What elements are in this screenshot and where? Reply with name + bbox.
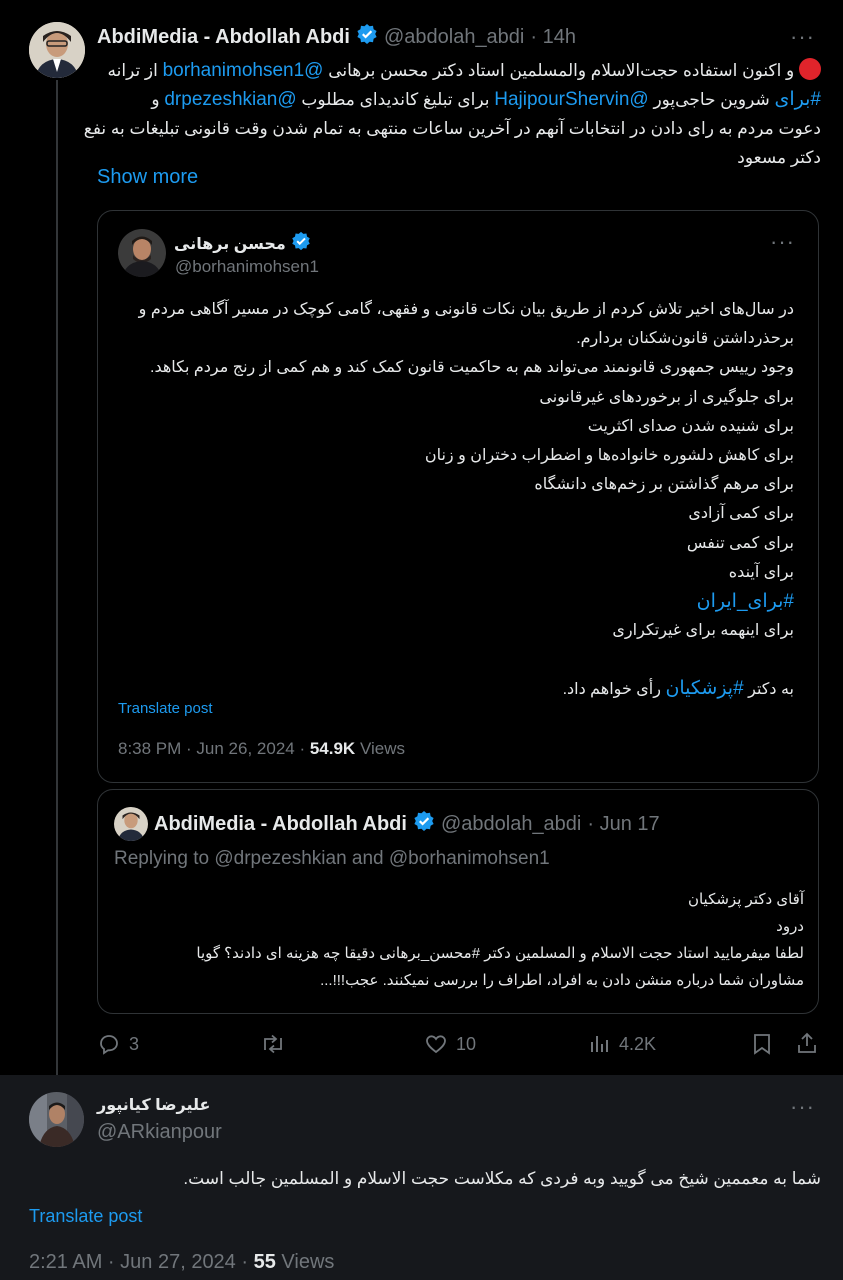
post-text-line: دعوت مردم به رای دادن در انتخابات آنهم د… bbox=[83, 119, 821, 138]
post-text-line: و اکنون استفاده حجت‌الاسلام والمسلمین اس… bbox=[91, 56, 821, 85]
analytics-icon bbox=[591, 1036, 608, 1052]
avatar-image-icon bbox=[114, 807, 148, 841]
mention-link[interactable]: @borhanimohsen1 bbox=[163, 60, 324, 81]
avatar-image-icon bbox=[118, 229, 166, 277]
nested-text: آقای دکتر پزشکیان درود لطفا میفرمایید اس… bbox=[114, 886, 804, 994]
quoted-handle[interactable]: @borhanimohsen1 bbox=[175, 257, 319, 277]
quoted-line: برای اینهمه برای غیرتکراری bbox=[612, 622, 794, 640]
post-header: AbdiMedia - Abdollah Abdi @abdolah_abdi … bbox=[97, 24, 576, 50]
avatar-image-icon bbox=[29, 1092, 84, 1147]
quoted-header: محسن برهانی bbox=[174, 231, 311, 256]
post-text: و اکنون استفاده حجت‌الاسلام والمسلمین اس… bbox=[83, 56, 822, 172]
reply-count: 3 bbox=[129, 1033, 140, 1054]
like-count: 10 bbox=[456, 1033, 477, 1054]
display-name[interactable]: AbdiMedia - Abdollah Abdi bbox=[97, 26, 350, 49]
reply-post[interactable]: علیرضا کیانپور @ARkianpour ··· شما به مع… bbox=[0, 1075, 843, 1280]
show-more-link[interactable]: Show more bbox=[97, 166, 198, 189]
avatar-image-icon bbox=[29, 22, 85, 78]
quoted-views-count: 54.9K bbox=[309, 739, 356, 758]
hashtag-link[interactable]: #برای_ایران bbox=[134, 587, 794, 616]
reply-views-count: 55 bbox=[253, 1251, 276, 1273]
red-circle-emoji-icon bbox=[799, 58, 821, 80]
quoted-line: برای کمی تنفس bbox=[686, 534, 794, 552]
share-button[interactable] bbox=[795, 1031, 819, 1060]
reply-more-options-icon[interactable]: ··· bbox=[790, 1094, 815, 1120]
share-icon bbox=[798, 1032, 816, 1053]
heart-icon bbox=[426, 1035, 446, 1054]
quoted-text: در سال‌های اخیر تلاش کردم از طریق بیان ن… bbox=[134, 295, 794, 705]
nested-line: آقای دکتر پزشکیان bbox=[687, 891, 804, 908]
quoted-line: برای شنیده شدن صدای اکثریت bbox=[587, 417, 794, 435]
thread-line bbox=[56, 80, 58, 1080]
quoted-line: وجود رییس جمهوری قانونمند می‌تواند هم به… bbox=[150, 359, 794, 377]
verified-badge-icon bbox=[413, 810, 435, 838]
bookmark-icon bbox=[754, 1034, 770, 1055]
quoted-post-card[interactable]: محسن برهانی @borhanimohsen1 ··· در سال‌ه… bbox=[97, 210, 819, 783]
quoted-final-line: به دکتر #پزشکیان رأی خواهم داد. bbox=[562, 678, 794, 700]
nested-quote-card[interactable]: AbdiMedia - Abdollah Abdi @abdolah_abdi … bbox=[97, 789, 819, 1014]
mention-link[interactable]: @HajipourShervin bbox=[494, 89, 648, 110]
nested-line: درود bbox=[776, 918, 804, 935]
quoted-line: برای جلوگیری از برخوردهای غیرقانونی bbox=[539, 388, 794, 406]
nested-display-name[interactable]: AbdiMedia - Abdollah Abdi bbox=[154, 813, 407, 836]
like-button[interactable]: 10 bbox=[424, 1032, 476, 1056]
quoted-line: برای آینده bbox=[728, 563, 794, 581]
verified-badge-icon bbox=[291, 231, 311, 256]
quoted-line: برای کاهش دلشوره خانواده‌ها و اضطراب دخت… bbox=[424, 447, 794, 465]
post-text-line: دکتر مسعود bbox=[737, 148, 821, 167]
translate-post-link[interactable]: Translate post bbox=[118, 700, 213, 717]
reply-text: شما به معممین شیخ می گویید وبه فردی که م… bbox=[183, 1169, 821, 1188]
quoted-display-name[interactable]: محسن برهانی bbox=[174, 234, 286, 254]
hashtag-link[interactable]: #پزشکیان bbox=[665, 678, 743, 699]
quoted-line: در سال‌های اخیر تلاش کردم از طریق بیان ن… bbox=[138, 301, 794, 318]
views-button[interactable]: 4.2K bbox=[589, 1032, 656, 1056]
more-options-icon[interactable]: ··· bbox=[790, 24, 815, 50]
repost-button[interactable] bbox=[260, 1032, 294, 1056]
reply-handle[interactable]: @ARkianpour bbox=[97, 1121, 222, 1144]
quoted-line: برای مرهم گذاشتن بر زخم‌های دانشگاه bbox=[534, 476, 794, 494]
repost-icon bbox=[264, 1034, 282, 1054]
main-post[interactable]: AbdiMedia - Abdollah Abdi @abdolah_abdi … bbox=[0, 0, 843, 1080]
reply-avatar[interactable] bbox=[29, 1092, 84, 1147]
nested-avatar[interactable] bbox=[114, 807, 148, 841]
mention-link[interactable]: @drpezeshkian bbox=[164, 89, 296, 110]
quoted-line: برای کمی آزادی bbox=[688, 505, 794, 523]
quoted-avatar[interactable] bbox=[118, 229, 166, 277]
nested-header: AbdiMedia - Abdollah Abdi @abdolah_abdi … bbox=[154, 810, 660, 838]
post-time[interactable]: · 14h bbox=[530, 26, 576, 49]
views-count: 4.2K bbox=[619, 1033, 657, 1054]
replying-to[interactable]: Replying to @drpezeshkian and @borhanimo… bbox=[114, 848, 550, 870]
bookmark-button[interactable] bbox=[751, 1032, 773, 1061]
nested-time[interactable]: · Jun 17 bbox=[587, 813, 659, 836]
translate-post-link[interactable]: Translate post bbox=[29, 1206, 142, 1227]
quoted-line: برحذرداشتن قانون‌شکنان بردارم. bbox=[576, 330, 794, 348]
avatar[interactable] bbox=[29, 22, 85, 78]
handle[interactable]: @abdolah_abdi bbox=[384, 26, 524, 49]
quoted-more-options-icon[interactable]: ··· bbox=[770, 229, 795, 255]
verified-badge-icon bbox=[356, 23, 378, 51]
reply-button[interactable]: 3 bbox=[97, 1032, 139, 1056]
hashtag-link[interactable]: #برای bbox=[775, 89, 822, 110]
nested-line: مشاوران شما درباره منشن دادن به افراد، ا… bbox=[320, 972, 804, 989]
nested-handle[interactable]: @abdolah_abdi bbox=[441, 813, 581, 836]
quoted-timestamp: 8:38 PM · Jun 26, 2024 · 54.9K Views bbox=[118, 739, 405, 758]
reply-icon bbox=[100, 1035, 118, 1055]
post-text-line: #برای شروین حاجی‌پور @HajipourShervin بر… bbox=[151, 89, 822, 110]
reply-display-name[interactable]: علیرضا کیانپور bbox=[97, 1095, 210, 1115]
reply-timestamp: 2:21 AM · Jun 27, 2024 · 55 Views bbox=[29, 1251, 335, 1273]
nested-line: لطفا میفرمایید استاد حجت الاسلام و المسل… bbox=[196, 945, 804, 962]
